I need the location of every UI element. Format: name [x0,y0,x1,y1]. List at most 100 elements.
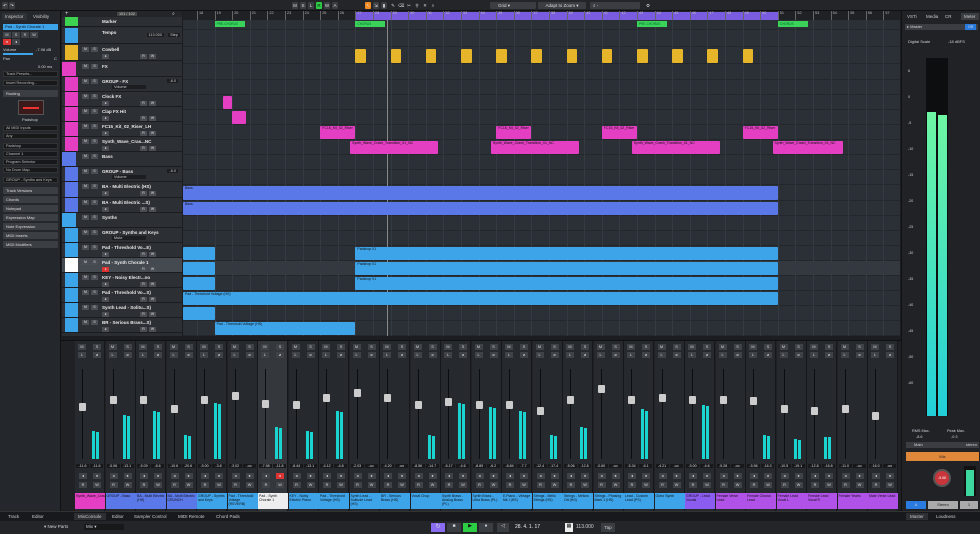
channel-listen-button[interactable]: L [200,352,208,358]
track-solo-button[interactable]: S [91,184,98,189]
track-lane[interactable] [183,31,900,47]
channel-mute-button[interactable]: M [871,344,879,350]
channel-mute-button[interactable]: M [413,344,422,350]
channel-fader[interactable] [353,388,361,397]
channel-listen-button[interactable]: L [230,352,239,358]
track-mute-button[interactable]: M [82,275,89,280]
channel-monitor-button[interactable]: ◂ [414,473,423,479]
channel-solo-button[interactable]: S [154,344,162,350]
channel-mute-button[interactable]: M [108,344,117,350]
channel-read-button[interactable]: R [384,482,392,488]
volume-value[interactable]: -2.03 [350,464,364,468]
channel-mute-button[interactable]: M [688,344,696,350]
channel-fader[interactable] [658,394,666,403]
channel-read-button[interactable]: R [750,482,758,488]
marker-event[interactable]: CHORUS [777,21,808,27]
track-lane[interactable] [183,306,900,321]
track-mute-button[interactable]: M [82,64,89,69]
channel-read-button[interactable]: R [872,482,880,488]
tab-midi-remote[interactable]: MIDI Remote [174,513,209,520]
tab-track[interactable]: Track [4,513,23,520]
channel-read-button[interactable]: R [811,482,819,488]
channel-write-button[interactable]: W [550,482,559,488]
channel-monitor-button[interactable]: ◂ [506,473,514,479]
undo-icon[interactable]: ↶ [2,2,8,9]
track-record-button[interactable]: ● [102,116,109,121]
ruler[interactable]: 18 19 20 21 22 23 24 25 26 27 28 29 30 31 32 33 34 35 36 37… [183,11,900,20]
channel-listen-button[interactable]: L [78,352,86,358]
track-solo-button[interactable]: S [91,79,98,84]
event[interactable]: Synth_Wave_Crash_Transition_01_NC [772,141,843,154]
track-record-button[interactable]: ● [102,54,109,59]
track-write-button[interactable]: W [149,327,156,332]
track-mute-button[interactable]: M [82,169,89,174]
draw-tool-icon[interactable]: ✎ [390,2,396,9]
channel-phase-button[interactable]: ø [855,352,864,358]
track-write-button[interactable]: W [149,54,156,59]
event[interactable] [183,247,215,260]
channel-solo-button[interactable]: S [337,344,345,350]
volume-value[interactable]: -6.17 [442,464,455,468]
channel-record-button[interactable]: ● [489,473,498,479]
peak-value[interactable]: -12.8 [578,464,591,468]
channel-listen-button[interactable]: L [291,352,300,358]
channel-fader[interactable] [506,401,513,410]
mode-r-button[interactable]: R [316,2,322,9]
tab-editor[interactable]: Editor [108,513,128,520]
track-row[interactable]: Marker [62,17,182,27]
channel-mute-button[interactable]: M [749,344,757,350]
track-record-button[interactable]: ● [102,207,109,212]
track-lane[interactable] [183,80,900,95]
marker-event[interactable]: PRE-CHORUS [637,21,667,27]
track-solo-button[interactable]: S [91,245,98,250]
event[interactable]: FC15_Kit_02_Riser [496,126,532,139]
channel-mute-button[interactable]: M [718,344,727,350]
track-solo-button[interactable]: S [91,215,98,220]
peak-value[interactable]: -11.6 [90,464,103,468]
channel-fader[interactable] [201,396,208,404]
track-read-button[interactable]: R [140,312,147,317]
channel-listen-button[interactable]: L [139,352,147,358]
channel-solo-button[interactable]: S [794,344,803,350]
channel-solo-button[interactable]: S [184,344,193,350]
volume-value[interactable]: -8.44 [289,464,303,468]
channel-mute-button[interactable]: M [779,344,788,350]
channel-monitor-button[interactable]: ◂ [262,473,270,479]
channel-fader[interactable] [414,400,422,409]
channel-phase-button[interactable]: ø [489,352,498,358]
channel-read-button[interactable]: R [140,482,148,488]
channel-phase-button[interactable]: ø [703,352,711,358]
tab-inspector[interactable]: Inspector [2,13,27,20]
track-read-button[interactable]: R [140,267,147,272]
inspector-section-midi-modifiers[interactable]: MIDI Modifiers [3,241,58,248]
channel-name[interactable]: Male Verse Lead [868,493,898,509]
channel-read-button[interactable]: R [292,482,301,488]
channel-phase-button[interactable]: ø [459,352,467,358]
channel-monitor-button[interactable]: ◂ [719,473,728,479]
channel-phase-button[interactable]: ø [642,352,650,358]
channel-fader[interactable] [841,405,849,413]
channel-record-button[interactable]: ● [520,473,528,479]
channel-name[interactable]: Pad - Synth Chorale 1 [258,493,288,509]
tab-chord-pads[interactable]: Chord Pads [212,513,244,520]
channel-phase-button[interactable]: ø [123,352,132,358]
volume-value[interactable]: -10.6 [167,464,181,468]
channel-write-button[interactable]: W [703,482,711,488]
master-row[interactable]: ▸ Master Off [905,24,978,30]
channel-solo-button[interactable]: S [215,344,223,350]
channel-write-button[interactable]: W [733,482,742,488]
channel-mute-button[interactable]: M [169,344,178,350]
volume-value[interactable]: -5.28 [716,464,730,468]
event[interactable]: Pad - Threshold Voltage (HS) [214,322,356,335]
channel-monitor-button[interactable]: ◂ [780,473,789,479]
channel-write-button[interactable]: W [93,482,101,488]
channel-name[interactable]: Outro Synth [654,493,685,509]
track-lane[interactable] [183,125,900,140]
volume-value[interactable]: -8.89 [472,464,486,468]
track-row[interactable]: M S GROUP - FX -6.0 Volume [62,77,182,92]
track-row[interactable]: M S Cowbell R W ● [62,45,182,61]
mode-s-button[interactable]: S [300,2,306,9]
peak-value[interactable]: -11.8 [273,464,286,468]
channel-fader[interactable] [750,396,757,405]
track-solo-button[interactable]: S [91,154,98,159]
